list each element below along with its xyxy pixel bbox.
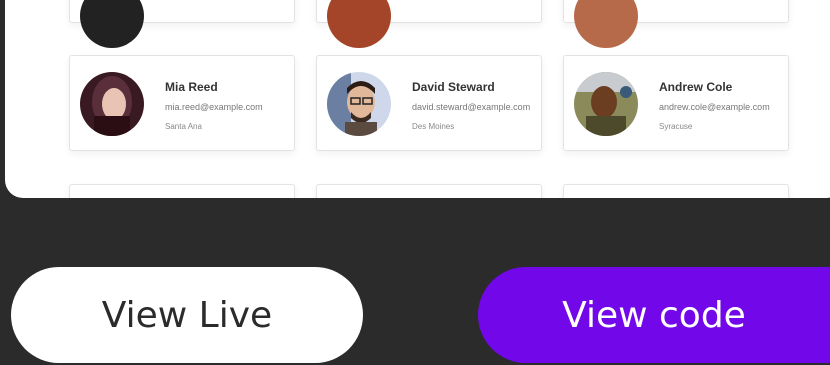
card-city: Syracuse	[659, 122, 693, 131]
avatar	[574, 0, 638, 48]
profile-card-top-1	[69, 0, 295, 48]
view-live-button[interactable]: View Live	[11, 267, 363, 363]
avatar	[80, 72, 144, 136]
card-name: Mia Reed	[165, 80, 218, 94]
view-code-button[interactable]: View code	[478, 267, 830, 363]
avatar	[327, 72, 391, 136]
profile-card: David Steward david.steward@example.com …	[316, 55, 542, 151]
avatar-image	[574, 72, 638, 136]
avatar	[80, 0, 144, 48]
avatar-image	[80, 72, 144, 136]
profile-card: Andrew Cole andrew.cole@example.com Syra…	[563, 55, 789, 151]
card-city: Des Moines	[412, 122, 455, 131]
profile-card-bottom-1	[69, 184, 295, 198]
profile-card-top-3	[563, 0, 789, 48]
profile-card-top-2	[316, 0, 542, 48]
card-grid-panel: Mia Reed mia.reed@example.com Santa Ana …	[5, 0, 830, 198]
avatar	[574, 72, 638, 136]
profile-card-bottom-3	[563, 184, 789, 198]
card-city: Santa Ana	[165, 122, 202, 131]
avatar	[327, 0, 391, 48]
profile-card: Mia Reed mia.reed@example.com Santa Ana	[69, 55, 295, 151]
card-email: david.steward@example.com	[412, 102, 531, 112]
card-email: andrew.cole@example.com	[659, 102, 770, 112]
profile-card-bottom-2	[316, 184, 542, 198]
card-name: Andrew Cole	[659, 80, 733, 94]
card-email: mia.reed@example.com	[165, 102, 263, 112]
avatar-image	[327, 72, 391, 136]
card-name: David Steward	[412, 80, 495, 94]
